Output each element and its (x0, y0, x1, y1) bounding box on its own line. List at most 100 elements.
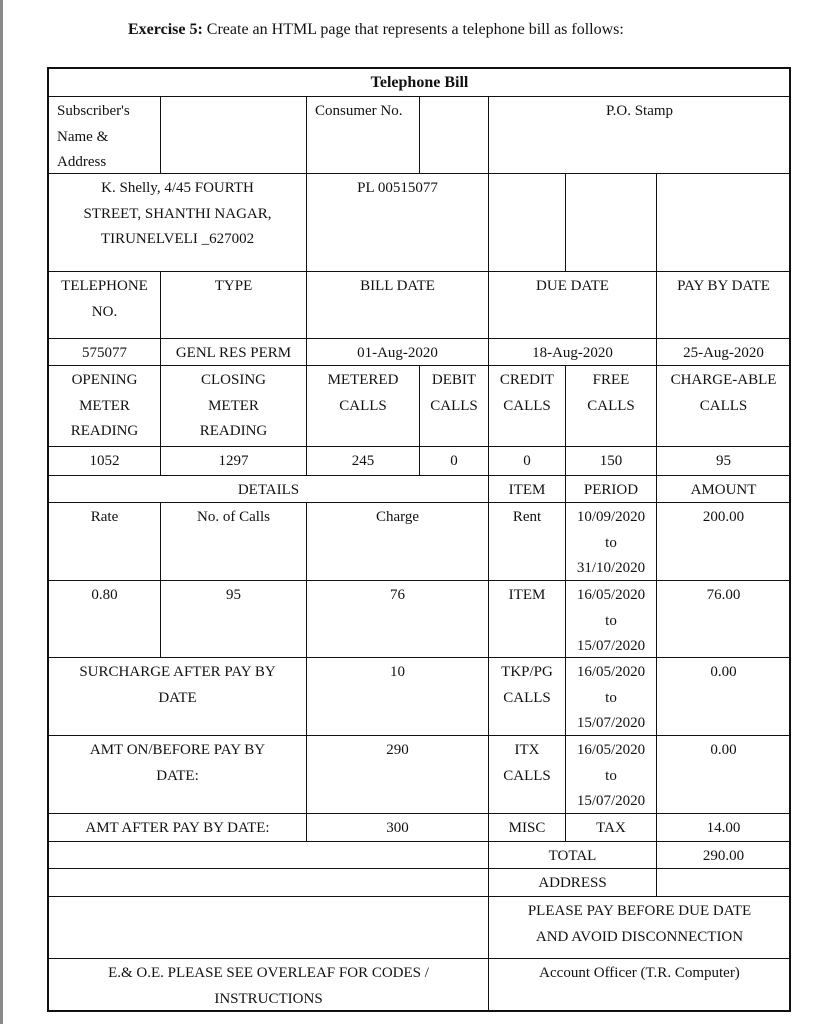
debit-calls: 0 (419, 446, 489, 476)
calls-value: 95 (160, 580, 307, 658)
rate-label-text: Rate (90, 509, 119, 525)
header-credit-calls-text: CALLS (503, 397, 551, 414)
surcharge-value: 10 (306, 657, 489, 736)
header-closing-meter-text: METER (208, 397, 259, 414)
header-metered-calls: METERED CALLS (306, 365, 420, 447)
pay-by-date: 25-Aug-2020 (656, 338, 791, 366)
item-row-0-amount-text: 200.00 (702, 509, 745, 525)
address-label: ADDRESS (488, 868, 657, 897)
surcharge-value-text: 10 (390, 664, 405, 680)
details-header: DETAILS (48, 475, 489, 503)
item-row-2-item-text: TKP/PG (501, 664, 553, 680)
calls-label-text: No. of Calls (197, 509, 270, 525)
total-label-text: TOTAL (548, 848, 597, 864)
surcharge-label: SURCHARGE AFTER PAY BY DATE (48, 657, 307, 736)
item-row-1-amount: 76.00 (656, 580, 791, 658)
header-metered-calls-text: METERED (327, 372, 399, 388)
header-opening-meter-text: METER (79, 397, 130, 414)
header-telephone-no-text: NO. (91, 303, 118, 320)
item-row-1-amount-text: 76.00 (706, 587, 741, 603)
header-metered-calls-text: CALLS (339, 397, 387, 414)
amt-after-value-text: 300 (386, 820, 409, 836)
item-row-0-period-text: to (605, 534, 617, 551)
type-text: GENL RES PERM (175, 345, 292, 361)
item-row-2-amount-text: 0.00 (710, 664, 737, 680)
item-row-0-period-text: 31/10/2020 (576, 560, 646, 576)
item-row-0-amount: 200.00 (656, 502, 791, 581)
bill-date: 01-Aug-2020 (306, 338, 489, 366)
footer-note-text: E.& O.E. PLEASE SEE OVERLEAF FOR CODES / (108, 965, 429, 981)
header-opening-meter-text: READING (70, 423, 139, 439)
metered-calls: 245 (306, 446, 420, 476)
credit-calls-text: 0 (523, 453, 531, 469)
po-stamp-text: P.O. Stamp (605, 103, 674, 119)
header-bill-date: BILL DATE (306, 271, 489, 339)
exercise-heading: Exercise 5: Create an HTML page that rep… (128, 21, 624, 39)
item-row-4-item: MISC (488, 813, 566, 842)
header-debit-calls-text: CALLS (430, 397, 478, 414)
exercise-label: Exercise 5: (128, 21, 203, 38)
footer-note: E.& O.E. PLEASE SEE OVERLEAF FOR CODES /… (48, 958, 489, 1012)
header-chargeable-calls-text: CALLS (699, 397, 748, 414)
item-row-3-period-text: 16/05/2020 (576, 742, 646, 758)
chargeable-calls-text: 95 (716, 453, 731, 469)
header-type: TYPE (160, 271, 307, 339)
item-row-3-item-text: ITX (514, 742, 540, 758)
amt-before-value: 290 (306, 735, 489, 814)
item-row-3-item-text: CALLS (503, 767, 551, 784)
header-free-calls: FREE CALLS (565, 365, 657, 447)
item-row-2-period-text: to (605, 689, 617, 706)
header-due-date-text: DUE DATE (536, 278, 609, 294)
item-row-3-period-text: to (605, 767, 617, 784)
rate-label: Rate (48, 502, 161, 581)
amt-before-value-text: 290 (386, 742, 409, 758)
total-value: 290.00 (656, 841, 791, 869)
item-row-4-item-text: MISC (508, 820, 546, 836)
header-free-calls-text: FREE (592, 372, 630, 388)
subscriber-label-text: Name & (57, 128, 109, 145)
telephone-no-text: 575077 (82, 345, 127, 361)
item-row-3-amount-text: 0.00 (710, 742, 737, 758)
subscriber-label-text: Subscriber's (57, 103, 130, 119)
header-opening-meter: OPENING METER READING (48, 365, 161, 447)
address-blank (48, 868, 489, 897)
address-value (656, 868, 791, 897)
bill-title: Telephone Bill (48, 68, 791, 97)
amount-header-text: AMOUNT (690, 482, 757, 498)
credit-calls: 0 (488, 446, 566, 476)
subscriber-address-text: K. Shelly, 4/45 FOURTH (101, 180, 254, 196)
item-row-1-item: ITEM (488, 580, 566, 658)
header-pay-by-date: PAY BY DATE (656, 271, 791, 339)
stamp-box-3 (656, 173, 791, 272)
header-debit-calls: DEBIT CALLS (419, 365, 489, 447)
item-row-3-period: 16/05/2020 to 15/07/2020 (565, 735, 657, 814)
subscriber-label-text: Address (57, 154, 107, 170)
item-row-1-period: 16/05/2020 to 15/07/2020 (565, 580, 657, 658)
pay-by-date-text: 25-Aug-2020 (683, 345, 764, 361)
consumer-number-text: PL 00515077 (357, 180, 438, 196)
item-row-2-period-text: 16/05/2020 (576, 664, 646, 680)
header-credit-calls: CREDIT CALLS (488, 365, 566, 447)
closing-meter-text: 1297 (218, 453, 249, 469)
subscriber-value (160, 96, 307, 174)
amt-after-label-text: AMT AFTER PAY BY DATE: (85, 820, 270, 836)
amt-before-label-text: AMT ON/BEFORE PAY BY (89, 742, 266, 758)
exercise-text: Create an HTML page that represents a te… (202, 21, 624, 38)
telephone-no: 575077 (48, 338, 161, 366)
charge-label: Charge (306, 502, 489, 581)
header-telephone-no-text: TELEPHONE (61, 278, 148, 294)
period-header-text: PERIOD (583, 482, 639, 498)
closing-meter: 1297 (160, 446, 307, 476)
subscriber-address-text: STREET, SHANTHI NAGAR, (83, 205, 272, 222)
free-calls: 150 (565, 446, 657, 476)
item-row-2-amount: 0.00 (656, 657, 791, 736)
amt-after-label: AMT AFTER PAY BY DATE: (48, 813, 307, 842)
item-row-1-period-text: 16/05/2020 (576, 587, 646, 603)
header-type-text: TYPE (214, 278, 253, 294)
item-row-4-period-text: TAX (596, 820, 626, 836)
item-row-3-amount: 0.00 (656, 735, 791, 814)
item-row-4-amount: 14.00 (656, 813, 791, 842)
item-row-0-period-text: 10/09/2020 (576, 509, 646, 525)
item-row-1-item-text: ITEM (508, 587, 546, 603)
address-label-text: ADDRESS (538, 875, 607, 891)
